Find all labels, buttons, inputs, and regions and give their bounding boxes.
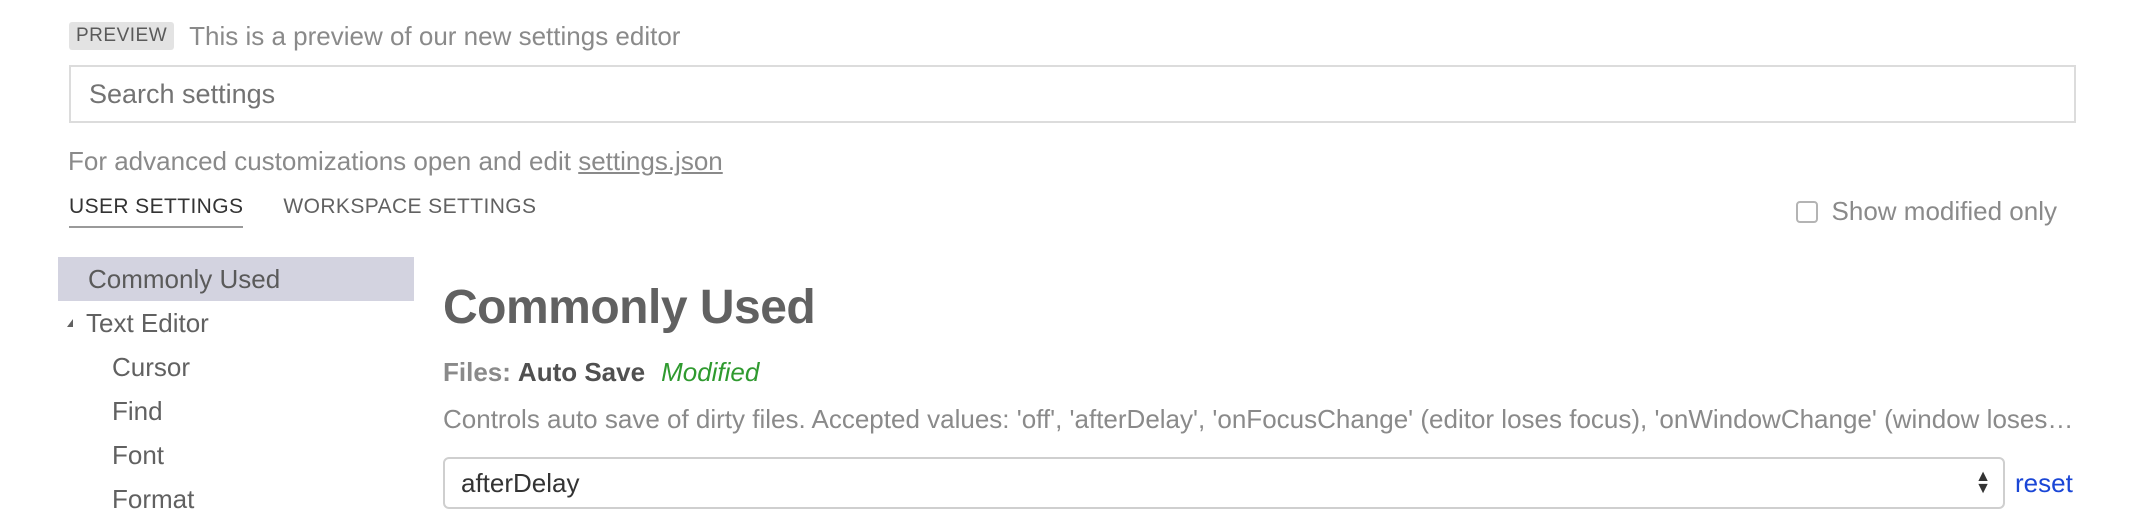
- toc-item-text-editor[interactable]: Text Editor: [58, 301, 414, 345]
- section-title: Commonly Used: [443, 281, 816, 334]
- triangle-expanded-icon[interactable]: [67, 319, 73, 327]
- setting-description: Controls auto save of dirty files. Accep…: [443, 404, 2080, 434]
- search-input[interactable]: [89, 67, 2074, 121]
- up-down-arrows-icon: ▲ ▼: [1975, 468, 1991, 497]
- settings-editor: PREVIEW This is a preview of our new set…: [0, 0, 2148, 530]
- toc-item-label: Format: [112, 483, 195, 514]
- tab-workspace-settings[interactable]: WORKSPACE SETTINGS: [283, 195, 536, 228]
- search-box[interactable]: [69, 65, 2076, 123]
- toc-item-commonly-used[interactable]: Commonly Used: [58, 257, 414, 301]
- preview-banner: PREVIEW This is a preview of our new set…: [69, 18, 680, 54]
- preview-badge: PREVIEW: [69, 22, 175, 50]
- toc-item-font[interactable]: Font: [58, 433, 414, 477]
- setting-control-row: afterDelay ▲ ▼ reset: [443, 457, 2083, 509]
- toc-item-label: Font: [112, 439, 165, 470]
- settings-list: Commonly Used Files: Auto Save Modified …: [443, 280, 2083, 509]
- settings-scope-tabs: USER SETTINGS WORKSPACE SETTINGS: [69, 195, 576, 228]
- modified-indicator: Modified: [661, 357, 760, 387]
- reset-button[interactable]: reset: [2015, 468, 2073, 499]
- toc-item-label: Find: [112, 395, 163, 426]
- toc-item-find[interactable]: Find: [58, 389, 414, 433]
- show-modified-checkbox[interactable]: [1795, 200, 1818, 223]
- settings-toc: Commonly Used Text Editor Cursor Find Fo…: [58, 257, 414, 521]
- toc-item-label: Text Editor: [86, 307, 209, 338]
- select-value: afterDelay: [461, 467, 580, 498]
- auto-save-select[interactable]: afterDelay ▲ ▼: [443, 457, 2005, 509]
- toc-item-label: Cursor: [112, 351, 191, 382]
- toc-item-label: Commonly Used: [88, 263, 281, 294]
- setting-title: Files: Auto Save Modified: [443, 357, 2083, 388]
- advanced-hint-text: For advanced customizations open and edi…: [68, 146, 571, 176]
- show-modified-only-toggle[interactable]: Show modified only: [1795, 196, 2057, 227]
- setting-name: Auto Save: [517, 357, 646, 387]
- toc-item-format[interactable]: Format: [58, 477, 414, 521]
- show-modified-label: Show modified only: [1831, 196, 2057, 226]
- advanced-customization-hint: For advanced customizations open and edi…: [68, 146, 723, 177]
- preview-text: This is a preview of our new settings ed…: [189, 20, 681, 51]
- tab-user-settings[interactable]: USER SETTINGS: [69, 195, 244, 228]
- toc-item-cursor[interactable]: Cursor: [58, 345, 414, 389]
- settings-json-link[interactable]: settings.json: [578, 146, 723, 176]
- setting-category: Files:: [443, 357, 511, 387]
